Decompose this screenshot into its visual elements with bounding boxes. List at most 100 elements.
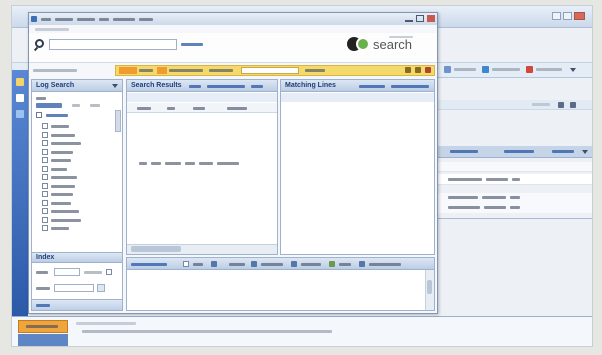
tree-item[interactable]	[42, 190, 114, 198]
option-chip[interactable]	[119, 67, 137, 74]
filter-input[interactable]	[241, 67, 299, 74]
minimize-button[interactable]	[405, 16, 413, 22]
preview-button[interactable]	[369, 263, 401, 266]
highlight-icon[interactable]	[329, 261, 335, 267]
tree-checkbox[interactable]	[42, 200, 48, 206]
preview-button[interactable]	[261, 263, 283, 266]
tab-matching-lines[interactable]: Matching Lines	[285, 82, 336, 90]
toolbar-button-label[interactable]	[492, 68, 520, 71]
menu-item[interactable]	[55, 18, 73, 21]
arrow-right-icon[interactable]	[415, 67, 421, 73]
toolbar-button-label[interactable]	[454, 68, 476, 71]
tree-checkbox[interactable]	[42, 208, 48, 214]
previous-icon[interactable]	[251, 261, 257, 267]
index-field[interactable]	[54, 268, 80, 276]
tree-item[interactable]	[42, 131, 114, 139]
index-date-field[interactable]	[54, 284, 94, 292]
index-checkbox[interactable]	[106, 269, 112, 275]
tree-checkbox[interactable]	[42, 217, 48, 223]
arrow-left-icon[interactable]	[405, 67, 411, 73]
option-label[interactable]	[169, 69, 203, 72]
maximize-button[interactable]	[416, 15, 424, 22]
tree-item[interactable]	[42, 156, 114, 164]
toolbar-button-label[interactable]	[536, 68, 562, 71]
close-button[interactable]	[427, 15, 435, 22]
tree-checkbox[interactable]	[42, 140, 48, 146]
preview-button[interactable]	[193, 263, 203, 266]
dropdown-button[interactable]	[97, 284, 105, 292]
alert-icon[interactable]	[526, 66, 533, 73]
column-header[interactable]	[504, 150, 534, 153]
tree-item[interactable]	[42, 207, 114, 215]
scrollbar-thumb[interactable]	[131, 246, 181, 252]
save-button[interactable]	[251, 85, 263, 88]
sidebar-search-icon[interactable]	[16, 110, 24, 118]
tree-checkbox[interactable]	[42, 174, 48, 180]
refresh-icon[interactable]	[570, 102, 576, 108]
tree-checkbox[interactable]	[42, 225, 48, 231]
background-maximize-button[interactable]	[563, 12, 572, 20]
reports-icon[interactable]	[482, 66, 489, 73]
tree-item[interactable]	[42, 199, 114, 207]
arrow-icon[interactable]	[558, 102, 564, 108]
option-label[interactable]	[359, 85, 385, 88]
search-button[interactable]	[181, 43, 203, 46]
menu-item[interactable]	[113, 18, 135, 21]
column-header[interactable]	[552, 150, 574, 153]
find-icon[interactable]	[211, 261, 217, 267]
background-close-button[interactable]	[574, 12, 585, 20]
column-header[interactable]	[450, 150, 478, 153]
chevron-down-icon[interactable]	[570, 68, 576, 72]
option-label[interactable]	[391, 85, 429, 88]
column-menu-icon[interactable]	[582, 150, 588, 154]
tree-item[interactable]	[42, 139, 114, 147]
preview-button[interactable]	[301, 263, 321, 266]
tree-item[interactable]	[42, 216, 114, 224]
open-button[interactable]	[189, 85, 201, 88]
results-filter-row[interactable]	[127, 93, 277, 102]
background-minimize-button[interactable]	[552, 12, 561, 20]
tree-item[interactable]	[42, 122, 114, 130]
menu-item[interactable]	[77, 18, 95, 21]
option-label[interactable]	[305, 69, 325, 72]
tree-item[interactable]	[42, 224, 114, 232]
toolbar-app-icon[interactable]	[444, 66, 451, 73]
tree-item[interactable]	[42, 165, 114, 173]
option-label[interactable]	[139, 69, 153, 72]
status-secondary-button[interactable]	[18, 334, 68, 346]
tree-item[interactable]	[42, 148, 114, 156]
preview-checkbox[interactable]	[183, 261, 189, 267]
table-row[interactable]	[438, 162, 592, 172]
preview-button[interactable]	[339, 263, 351, 266]
tree-checkbox[interactable]	[42, 183, 48, 189]
close-icon[interactable]	[425, 67, 431, 73]
tab-search-results[interactable]: Search Results	[131, 82, 182, 90]
preview-button[interactable]	[229, 263, 245, 266]
option-chip[interactable]	[157, 67, 167, 74]
column-dir[interactable]	[167, 107, 175, 110]
menu-item[interactable]	[99, 18, 109, 21]
sidebar-folder-icon[interactable]	[16, 78, 24, 86]
column-size[interactable]	[193, 107, 205, 110]
selected-source[interactable]	[36, 103, 62, 108]
menu-item[interactable]	[41, 18, 51, 21]
search-input[interactable]	[49, 39, 177, 50]
tree-item[interactable]	[42, 173, 114, 181]
tree-item[interactable]	[42, 182, 114, 190]
next-icon[interactable]	[291, 261, 297, 267]
tree-checkbox[interactable]	[42, 132, 48, 138]
tree-checkbox[interactable]	[42, 157, 48, 163]
column-updated[interactable]	[227, 107, 247, 110]
column-name[interactable]	[137, 107, 151, 110]
sidebar-document-icon[interactable]	[16, 94, 24, 102]
collapse-icon[interactable]	[36, 112, 42, 118]
tree-checkbox[interactable]	[42, 191, 48, 197]
menu-item[interactable]	[139, 18, 153, 21]
options-icon[interactable]	[359, 261, 365, 267]
option-label[interactable]	[209, 69, 233, 72]
scrollbar-thumb[interactable]	[427, 280, 432, 294]
tree-root[interactable]	[46, 114, 68, 117]
tree-checkbox[interactable]	[42, 149, 48, 155]
tree-checkbox[interactable]	[42, 166, 48, 172]
tree-scrollbar[interactable]	[115, 110, 121, 132]
